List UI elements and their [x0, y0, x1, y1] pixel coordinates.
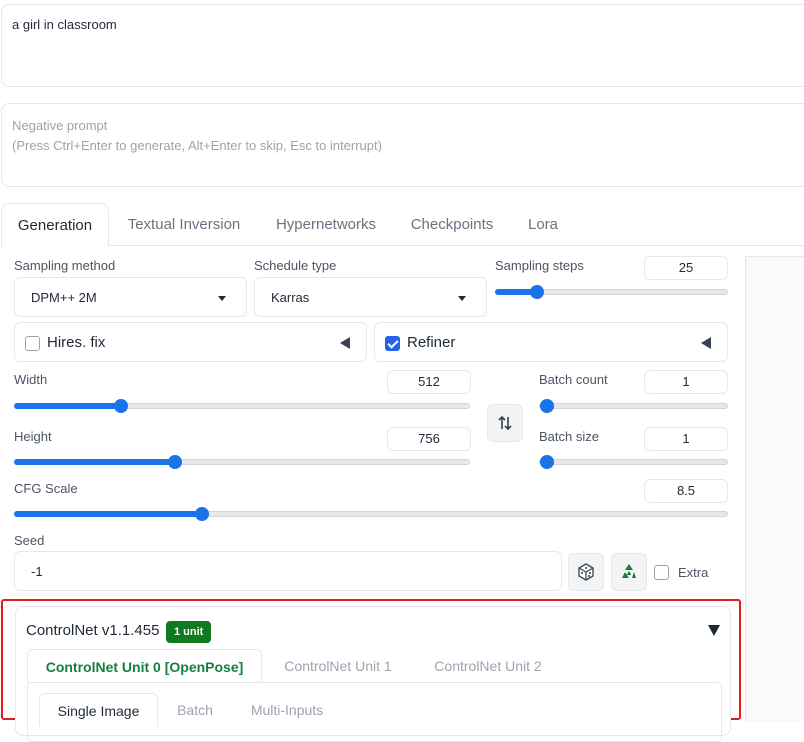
output-gallery-panel [745, 256, 804, 722]
tab-controlnet-unit-0[interactable]: ControlNet Unit 0 [OpenPose] [27, 649, 262, 683]
tab-textual-inversion[interactable]: Textual Inversion [111, 203, 257, 247]
slider-thumb[interactable] [195, 507, 210, 521]
sampling-method-select[interactable]: DPM++ 2M [14, 277, 247, 317]
random-seed-button[interactable] [568, 553, 604, 591]
tab-controlnet-unit-2[interactable]: ControlNet Unit 2 [418, 649, 558, 683]
slider-thumb[interactable] [168, 455, 183, 469]
controlnet-highlight-frame: ControlNet v1.1.455 1 unit ControlNet Un… [1, 599, 741, 742]
schedule-type-select[interactable]: Karras [254, 277, 487, 317]
prompt-textarea[interactable]: a girl in classroom [1, 4, 804, 87]
negative-prompt-placeholder: Negative prompt [12, 118, 108, 133]
schedule-type-value: Karras [271, 290, 310, 305]
batch-count-slider[interactable] [539, 398, 728, 414]
cfg-scale-label: CFG Scale [14, 481, 78, 496]
slider-thumb[interactable] [530, 285, 545, 299]
slider-thumb[interactable] [540, 399, 554, 413]
cfg-scale-input[interactable]: 8.5 [644, 479, 728, 503]
height-input[interactable]: 756 [387, 427, 471, 451]
width-input[interactable]: 512 [387, 370, 471, 394]
slider-thumb[interactable] [113, 399, 128, 413]
width-label: Width [14, 372, 48, 387]
hires-fix-accordion[interactable]: Hires. fix [14, 322, 367, 362]
refiner-label: Refiner [407, 334, 456, 351]
collapse-triangle-icon[interactable] [340, 337, 350, 349]
batch-size-label: Batch size [539, 429, 599, 444]
swap-dimensions-button[interactable] [487, 404, 523, 442]
hires-fix-label: Hires. fix [47, 334, 106, 351]
negative-prompt-textarea[interactable]: Negative prompt (Press Ctrl+Enter to gen… [1, 103, 804, 187]
tab-hypernetworks[interactable]: Hypernetworks [259, 203, 393, 247]
swap-arrows-icon [498, 415, 512, 431]
sampling-method-value: DPM++ 2M [31, 290, 97, 305]
batch-count-label: Batch count [539, 372, 608, 387]
refiner-checkbox[interactable] [385, 336, 400, 351]
controlnet-title: ControlNet v1.1.455 [26, 622, 160, 639]
unit-count-badge: 1 unit [166, 621, 212, 643]
height-slider[interactable] [14, 454, 470, 470]
seed-label: Seed [14, 533, 45, 548]
tab-checkpoints[interactable]: Checkpoints [395, 203, 509, 247]
negative-prompt-hint: (Press Ctrl+Enter to generate, Alt+Enter… [12, 138, 382, 153]
slider-thumb[interactable] [540, 455, 554, 469]
recycle-icon [622, 564, 636, 578]
sampling-steps-label: Sampling steps [495, 258, 584, 273]
sampling-steps-input[interactable]: 25 [644, 256, 728, 280]
sampling-steps-slider[interactable] [495, 284, 728, 300]
sampling-method-label: Sampling method [14, 258, 116, 273]
chevron-down-icon [458, 296, 466, 301]
width-slider[interactable] [14, 398, 470, 414]
controlnet-accordion[interactable]: ControlNet v1.1.455 1 unit ControlNet Un… [15, 606, 731, 742]
refiner-accordion[interactable]: Refiner [374, 322, 728, 362]
cfg-scale-slider[interactable] [14, 506, 728, 522]
batch-count-input[interactable]: 1 [644, 370, 728, 394]
tab-generation[interactable]: Generation [1, 203, 109, 247]
dice-icon [578, 563, 594, 581]
prompt-text: a girl in classroom [12, 17, 117, 32]
batch-size-slider[interactable] [539, 454, 728, 470]
tab-lora[interactable]: Lora [511, 203, 575, 247]
chevron-down-icon [218, 296, 226, 301]
reuse-seed-button[interactable] [611, 553, 647, 591]
extra-seed-label: Extra [678, 565, 709, 580]
hires-fix-checkbox[interactable] [25, 336, 40, 351]
unit-panel: Single Image Batch Multi-Inputs [27, 682, 722, 742]
tab-controlnet-unit-1[interactable]: ControlNet Unit 1 [268, 649, 408, 683]
batch-size-input[interactable]: 1 [644, 427, 728, 451]
expand-triangle-icon[interactable] [708, 625, 720, 636]
extra-seed-checkbox[interactable] [654, 565, 669, 580]
schedule-type-label: Schedule type [254, 258, 337, 273]
collapse-triangle-icon[interactable] [701, 337, 711, 349]
main-tabs: Generation Textual Inversion Hypernetwor… [1, 203, 804, 247]
seed-value: -1 [31, 564, 43, 579]
height-label: Height [14, 429, 52, 444]
seed-input[interactable]: -1 [14, 551, 562, 591]
